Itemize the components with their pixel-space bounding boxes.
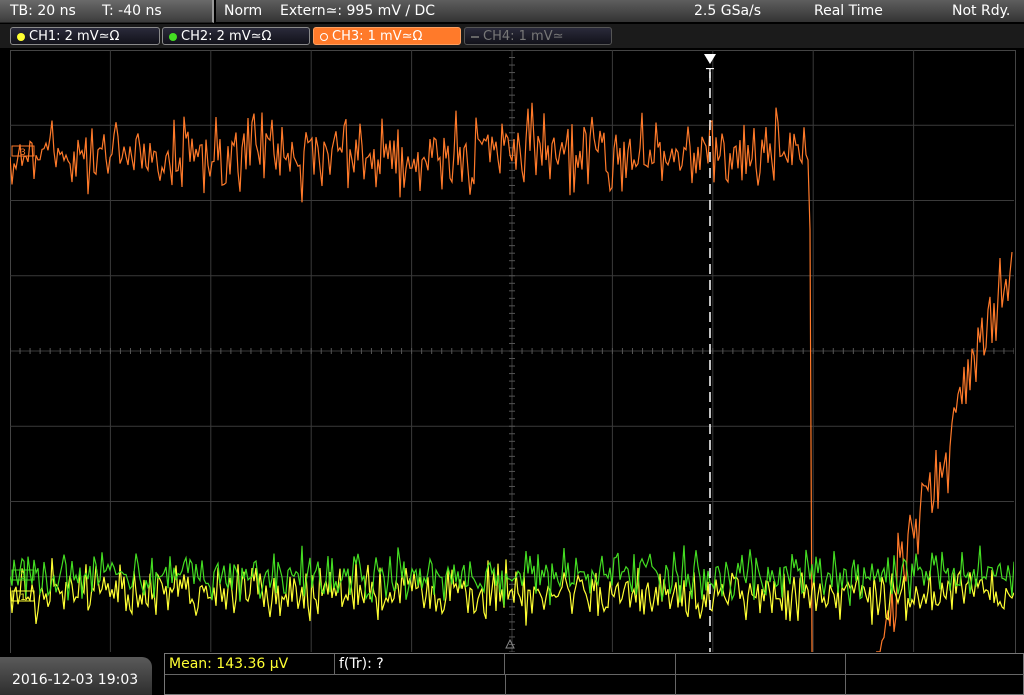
ch3-ref-marker: 3 [11, 145, 35, 158]
mean-measurement[interactable]: Mean: 143.36 μV [165, 654, 335, 674]
channel-bar: CH1: 2 mV≃Ω CH2: 2 mV≃Ω CH3: 1 mV≃Ω CH4:… [0, 24, 1024, 48]
measurement-slot-6[interactable] [335, 675, 506, 695]
ch4-off-icon [471, 36, 479, 38]
ch1-ref-label: 1 [20, 593, 26, 603]
channel-3-label: CH3: 1 mV≃Ω [332, 29, 423, 44]
channel-4-button[interactable]: CH4: 1 mV≃ [464, 27, 612, 45]
trigger-status: Not Rdy. [952, 3, 1011, 19]
timebase-label[interactable]: TB: 20 ns [10, 0, 76, 22]
ch3-color-dot [320, 33, 328, 41]
sample-rate: 2.5 GSa/s [694, 3, 762, 19]
acquisition-bar: Norm Extern≃: 995 mV ∕ DC 2.5 GSa/s Real… [216, 0, 1024, 22]
datetime-display: 2016-12-03 19:03 [0, 657, 152, 695]
time-mode: Real Time [814, 3, 883, 19]
trigger-arrow-icon [704, 54, 716, 64]
ch2-color-dot [169, 33, 177, 41]
ch2-ref-label: 2 [20, 572, 26, 582]
channel-3-button[interactable]: CH3: 1 mV≃Ω [313, 27, 461, 45]
channel-2-label: CH2: 2 mV≃Ω [181, 29, 272, 44]
measurement-slot-4[interactable] [675, 654, 846, 674]
graticule-grid [10, 50, 1014, 652]
acquisition-mode[interactable]: Norm [224, 0, 262, 22]
channel-3-trace [10, 102, 813, 652]
channel-1-label: CH1: 2 mV≃Ω [29, 29, 120, 44]
measurement-slot-7[interactable] [505, 675, 676, 695]
trigger-marker-label: T [705, 67, 714, 82]
channel-1-button[interactable]: CH1: 2 mV≃Ω [10, 27, 160, 45]
datetime-label: 2016-12-03 19:03 [12, 672, 139, 688]
measurement-table: Mean: 143.36 μV f(Tr): ? [164, 653, 1024, 695]
ch3-ref-label: 3 [20, 148, 26, 158]
ch1-color-dot [17, 33, 25, 41]
trigger-source[interactable]: Extern≃: 995 mV ∕ DC [280, 0, 435, 22]
channel-4-label: CH4: 1 mV≃ [483, 29, 564, 44]
trigger-frequency-measurement[interactable]: f(Tr): ? [335, 654, 505, 674]
channel-2-button[interactable]: CH2: 2 mV≃Ω [162, 27, 310, 45]
measurement-slot-3[interactable] [505, 654, 676, 674]
measurement-slot-5[interactable] [845, 654, 1023, 674]
top-status-bar: TB: 20 ns T: -40 ns Norm Extern≃: 995 mV… [0, 0, 1024, 24]
measurement-slot-8[interactable] [675, 675, 846, 695]
trigger-time-label[interactable]: T: -40 ns [102, 0, 162, 22]
waveform-canvas[interactable]: T 3 2 1 [10, 50, 1014, 652]
measurement-footer: 2016-12-03 19:03 Mean: 143.36 μV f(Tr): … [0, 653, 1024, 695]
timebase-panel[interactable]: TB: 20 ns T: -40 ns [0, 0, 214, 23]
